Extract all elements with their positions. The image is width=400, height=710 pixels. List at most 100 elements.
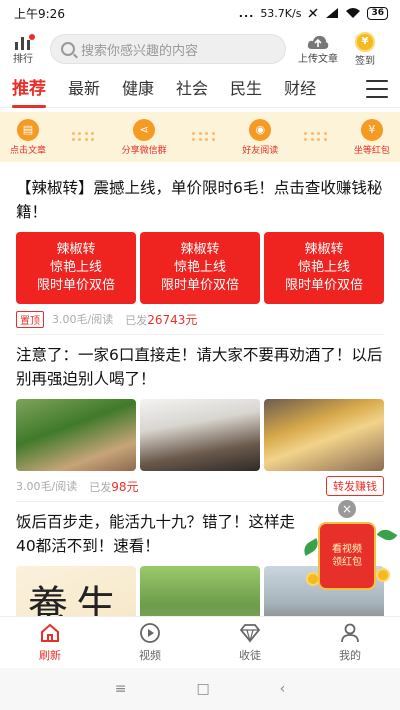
tab-society[interactable]: 社会 [176,72,208,108]
step-connector-dots [192,132,216,142]
cellular-signal-icon [326,8,339,18]
rank-badge-dot [29,33,35,40]
search-input[interactable]: 搜索你感兴趣的内容 [50,34,286,64]
upload-article-button[interactable]: 上传文章 [294,34,342,65]
nav-recruit[interactable]: 收徒 [200,617,300,668]
banner-line: 惊艳上线 [49,260,102,275]
paid-value: 26743元 [147,312,198,327]
menu-icon[interactable] [366,80,388,98]
nav-video[interactable]: 视频 [100,617,200,668]
signin-button[interactable]: ¥ 签到 [348,31,382,67]
step-label: 分享微信群 [121,145,167,156]
bottom-nav: 刷新 视频 收徒 我的 [0,616,400,668]
paid-total: 已发98元 [89,478,138,495]
float-line1: 看视频 [332,544,362,555]
nav-label: 视频 [139,649,161,662]
search-icon [61,42,75,56]
earning-steps-strip: ▤ 点击文章 ⋖ 分享微信群 ◉ 好友阅读 ¥ 坐等红包 [0,112,400,162]
nav-label: 我的 [339,649,361,662]
notification-dots: ... [238,6,255,20]
step-share-wechat[interactable]: ⋖ 分享微信群 [121,118,167,156]
thumbnail-beer-toast[interactable] [16,399,136,471]
forward-earn-button[interactable]: 转发赚钱 [326,476,384,496]
banner-line: 限时单价双倍 [284,278,363,293]
article-title[interactable]: 注意了：一家6口直接走！请大家不要再劝酒了！以后别再强迫别人喝了！ [16,343,384,391]
step-red-envelope[interactable]: ¥ 坐等红包 [353,118,390,156]
signin-label: 签到 [355,55,375,67]
gold-coin-decoration [376,568,390,582]
step-label: 坐等红包 [353,145,390,156]
float-line2: 领红包 [332,557,362,568]
recent-apps-button[interactable]: ≡ [115,681,127,697]
banner-line: 惊艳上线 [297,260,350,275]
diamond-icon [239,624,261,644]
document-icon: ▤ [17,118,39,141]
video-red-envelope-float[interactable]: 看视频 领红包 [300,522,398,594]
back-button[interactable]: ‹ [280,681,286,697]
step-connector-dots [304,132,328,142]
red-envelope-icon: ¥ [360,118,383,141]
eye-icon: ◉ [249,118,272,141]
thumbnail-calligraphy[interactable]: 養生 [16,566,136,616]
rank-button[interactable]: 排行 [8,33,38,65]
banner-line: 辣椒转 [56,242,96,257]
system-nav-bar: ≡ □ ‹ [0,668,400,710]
banner-line: 辣椒转 [304,242,344,257]
status-bar: 上午9:26 ... 53.7K/s 36 [0,0,400,26]
search-placeholder: 搜索你感兴趣的内容 [81,43,199,59]
tab-health[interactable]: 健康 [122,72,154,108]
step-connector-dots [71,132,96,142]
home-button[interactable]: □ [196,681,209,697]
article-meta: 3.00毛/阅读 已发98元 转发赚钱 [16,471,384,501]
status-indicators: ... 53.7K/s 36 [238,6,388,20]
coin-icon: ¥ [355,31,375,52]
network-speed: 53.7K/s [260,6,302,20]
price-per-read: 3.00毛/阅读 [16,480,78,493]
promo-banner[interactable]: 辣椒转 惊艳上线 限时单价双倍 [140,232,260,304]
nav-label: 刷新 [39,649,61,662]
banner-line: 惊艳上线 [173,260,226,275]
data-off-icon [308,8,318,18]
nav-mine[interactable]: 我的 [300,617,400,668]
paid-value: 98元 [111,479,139,494]
status-time: 上午9:26 [14,6,65,21]
tab-livelihood[interactable]: 民生 [230,72,262,108]
nav-refresh[interactable]: 刷新 [0,617,100,668]
thumbnail-elderly-walking[interactable] [140,566,260,616]
tab-recommend[interactable]: 推荐 [12,72,46,108]
paid-label: 已发 [89,480,112,494]
banner-line: 限时单价双倍 [160,278,239,293]
user-icon [341,623,359,643]
close-float-button[interactable]: × [338,500,356,518]
share-icon: ⋖ [133,118,156,141]
category-tabs: 推荐 最新 健康 社会 民生 财经 [0,72,400,108]
banner-line: 辣椒转 [180,242,220,257]
top-bar: 排行 搜索你感兴趣的内容 上传文章 ¥ 签到 [0,28,400,70]
play-icon [140,623,160,643]
promo-banner[interactable]: 辣椒转 惊艳上线 限时单价双倍 [16,232,136,304]
article-card[interactable]: 注意了：一家6口直接走！请大家不要再劝酒了！以后别再强迫别人喝了！ 3.00毛/… [0,335,400,501]
article-meta: 置顶 3.00毛/阅读 已发26743元 [16,304,384,334]
leaf-decoration [376,526,398,544]
red-envelope-icon: 看视频 领红包 [318,522,376,590]
step-label: 好友阅读 [242,145,279,156]
paid-total: 已发26743元 [125,311,197,328]
tab-latest[interactable]: 最新 [68,72,100,108]
article-thumbnails [16,399,384,471]
article-banners: 辣椒转 惊艳上线 限时单价双倍 辣椒转 惊艳上线 限时单价双倍 辣椒转 惊艳上线… [16,232,384,304]
promo-banner[interactable]: 辣椒转 惊艳上线 限时单价双倍 [264,232,384,304]
article-title[interactable]: 【辣椒转】震撼上线，单价限时6毛！点击查收赚钱秘籍！ [16,176,384,224]
upload-label: 上传文章 [298,53,338,65]
tab-finance[interactable]: 财经 [284,72,316,108]
article-card[interactable]: 【辣椒转】震撼上线，单价限时6毛！点击查收赚钱秘籍！ 辣椒转 惊艳上线 限时单价… [0,168,400,334]
paid-label: 已发 [125,313,148,327]
step-click-article[interactable]: ▤ 点击文章 [10,118,47,156]
step-label: 点击文章 [10,145,47,156]
cloud-upload-icon [307,35,329,49]
thumbnail-beer-glasses[interactable] [264,399,384,471]
rank-label: 排行 [13,53,33,65]
home-icon [41,623,59,642]
thumbnail-pouring-liquor[interactable] [140,399,260,471]
battery-icon: 36 [367,6,388,20]
step-friend-read[interactable]: ◉ 好友阅读 [242,118,279,156]
